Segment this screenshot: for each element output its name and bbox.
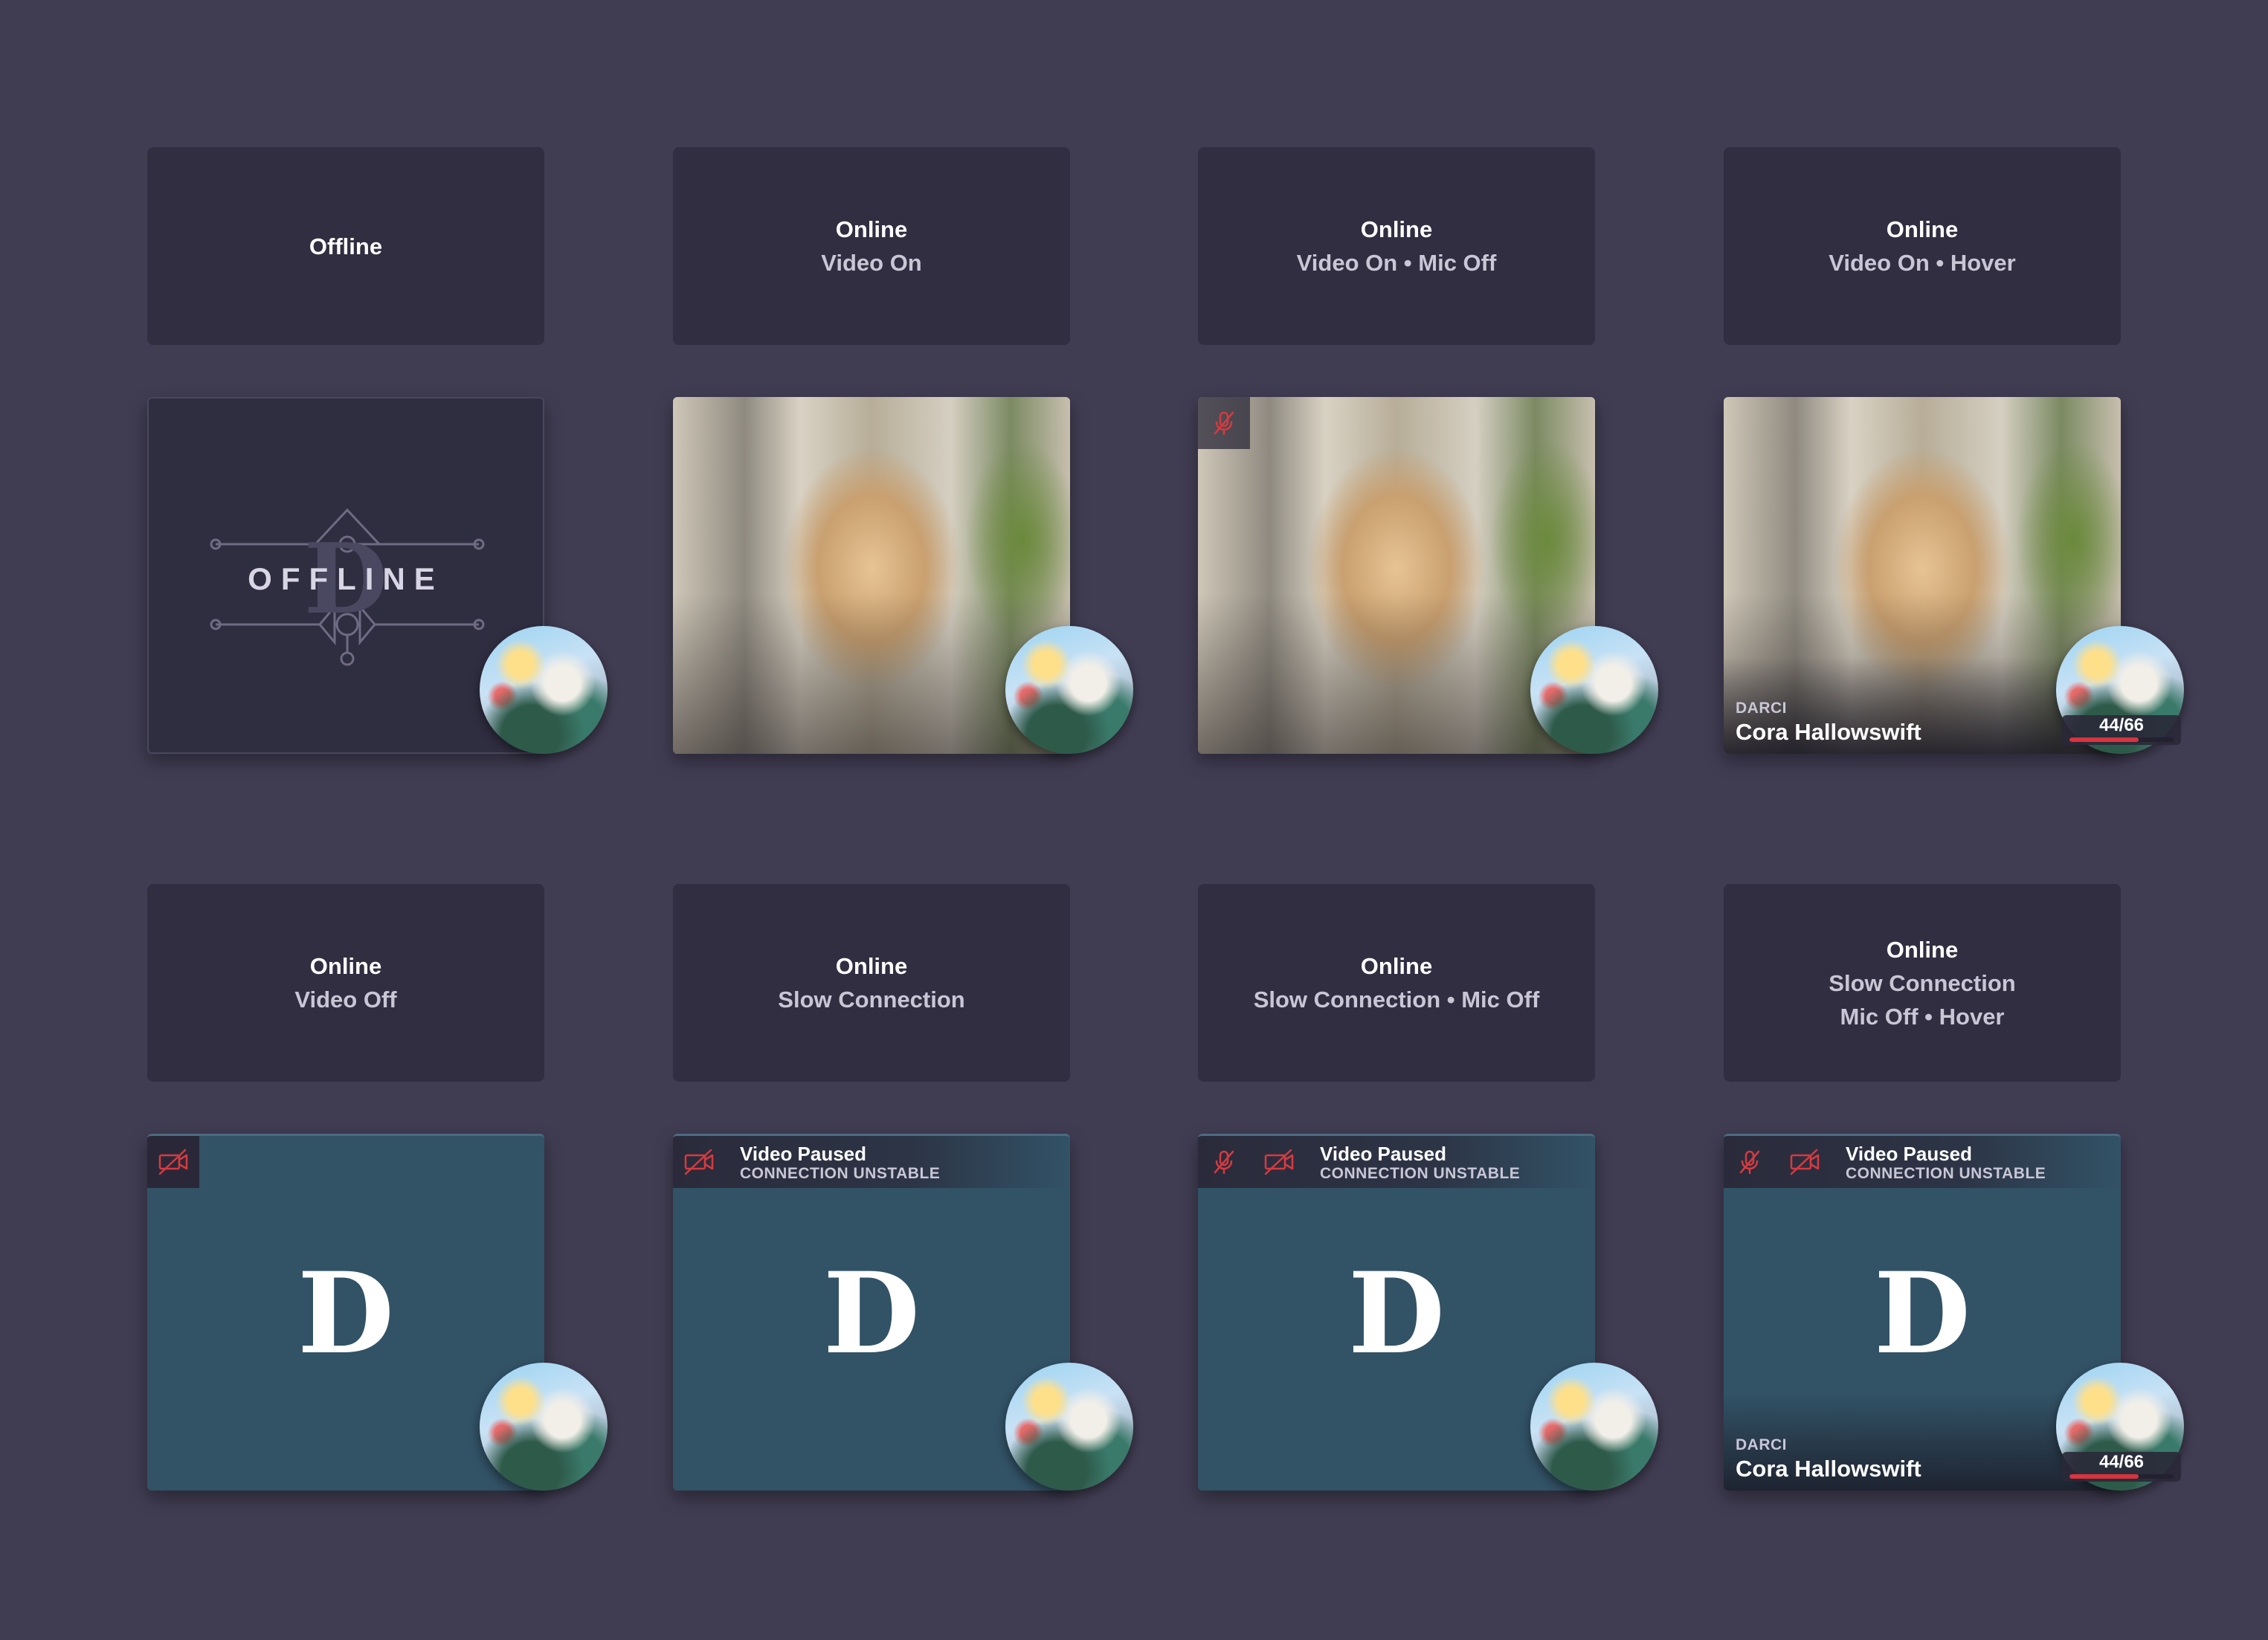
video-paused-text: Video Paused CONNECTION UNSTABLE (1846, 1143, 2046, 1184)
level-text: 44/66 (2098, 715, 2145, 735)
participant-tile-video-on-mic-off[interactable] (1198, 397, 1658, 754)
participant-name-block: DARCI Cora Hallowswift (1736, 699, 1921, 746)
avatar[interactable] (480, 626, 608, 754)
state-status: Online (1886, 936, 1959, 963)
offline-text: OFFLINE (248, 561, 444, 596)
video-off-indicator (1253, 1136, 1305, 1188)
video-off-indicator (147, 1136, 199, 1188)
participant-initial: D (297, 1247, 395, 1379)
state-label-video-off: Online Video Off (147, 884, 544, 1082)
state-detail: Video Off (294, 987, 397, 1013)
state-label-slow-connection-mic-off: Online Slow Connection • Mic Off (1198, 884, 1595, 1082)
participant-role: DARCI (1736, 1436, 1787, 1453)
participant-role: DARCI (1736, 700, 1787, 717)
video-paused-title: Video Paused (1846, 1143, 1973, 1165)
state-detail: Slow Connection (778, 987, 965, 1013)
state-status: Online (835, 953, 908, 979)
participant-name: Cora Hallowswift (1736, 1456, 1921, 1482)
connection-status: CONNECTION UNSTABLE (1846, 1165, 2046, 1182)
mic-off-indicator (1724, 1136, 1776, 1188)
connection-status: CONNECTION UNSTABLE (740, 1165, 941, 1182)
participant-initial: D (1873, 1247, 1971, 1379)
state-label-video-on-mic-off: Online Video On • Mic Off (1198, 147, 1595, 345)
participant-tile-slow-connection-mic-off[interactable]: D Video Paused CONNECTION UNSTABLE (1198, 1134, 1658, 1491)
avatar[interactable] (1530, 1363, 1658, 1491)
state-detail: Video On • Mic Off (1296, 250, 1497, 276)
state-status: Offline (309, 233, 383, 259)
participant-tile-slow-connection[interactable]: D Video Paused CONNECTION UNSTABLE (673, 1134, 1133, 1491)
level-progress-fill (2069, 737, 2139, 742)
state-status: Online (1886, 216, 1959, 242)
state-detail: Mic Off • Hover (1840, 1003, 2005, 1030)
level-badge: 44/66 (2062, 1452, 2181, 1482)
state-label-video-on-hover: Online Video On • Hover (1724, 147, 2121, 345)
mic-off-icon (1214, 1150, 1234, 1175)
participant-initial: D (822, 1247, 921, 1379)
state-detail: Video On (821, 250, 922, 276)
video-paused-title: Video Paused (1320, 1143, 1447, 1165)
participant-initial: D (1347, 1247, 1446, 1379)
participant-name-block: DARCI Cora Hallowswift (1736, 1436, 1921, 1483)
state-label-slow-connection-mic-off-hover: Online Slow Connection Mic Off • Hover (1724, 884, 2121, 1082)
avatar[interactable] (1005, 1363, 1133, 1491)
state-detail: Slow Connection • Mic Off (1253, 987, 1540, 1013)
participant-tile-offline[interactable]: D OFFLINE (147, 397, 608, 754)
state-label-offline: Offline (147, 147, 544, 345)
state-detail: Video On • Hover (1829, 250, 2016, 276)
video-off-indicator (1779, 1136, 1831, 1188)
video-off-indicator (673, 1136, 725, 1188)
state-status: Online (1360, 216, 1433, 242)
state-label-slow-connection: Online Slow Connection (673, 884, 1070, 1082)
mic-off-indicator (1198, 397, 1250, 449)
state-status: Online (309, 953, 382, 979)
participant-tile-video-on-hover[interactable]: DARCI Cora Hallowswift 44/66 (1724, 397, 2184, 754)
avatar[interactable] (480, 1363, 608, 1491)
level-badge: 44/66 (2062, 715, 2181, 745)
mic-off-indicator (1198, 1136, 1250, 1188)
participant-tile-video-on[interactable] (673, 397, 1133, 754)
connection-status: CONNECTION UNSTABLE (1320, 1165, 1521, 1182)
avatar[interactable] (1005, 626, 1133, 754)
participant-tile-slow-connection-mic-off-hover[interactable]: D Video Paused CONNECTION UNSTABLE DARCI… (1724, 1134, 2184, 1491)
state-detail: Slow Connection (1829, 969, 2016, 996)
video-paused-text: Video Paused CONNECTION UNSTABLE (1320, 1143, 1520, 1184)
state-status: Online (1360, 953, 1433, 979)
mic-off-icon (1739, 1150, 1760, 1175)
mic-off-icon (1214, 411, 1234, 436)
level-progress-fill (2069, 1474, 2139, 1479)
video-off-icon (1790, 1149, 1820, 1175)
video-paused-title: Video Paused (740, 1143, 867, 1165)
state-label-video-on: Online Video On (673, 147, 1070, 345)
level-text: 44/66 (2098, 1452, 2145, 1472)
avatar[interactable] (1530, 626, 1658, 754)
video-paused-text: Video Paused CONNECTION UNSTABLE (740, 1143, 940, 1184)
participant-name: Cora Hallowswift (1736, 719, 1921, 745)
state-status: Online (835, 216, 908, 242)
video-off-icon (158, 1149, 188, 1175)
level-progress-track (2069, 1474, 2174, 1479)
participant-tile-video-off[interactable]: D (147, 1134, 608, 1491)
level-progress-track (2069, 737, 2174, 742)
video-off-icon (1264, 1149, 1294, 1175)
video-off-icon (684, 1149, 714, 1175)
